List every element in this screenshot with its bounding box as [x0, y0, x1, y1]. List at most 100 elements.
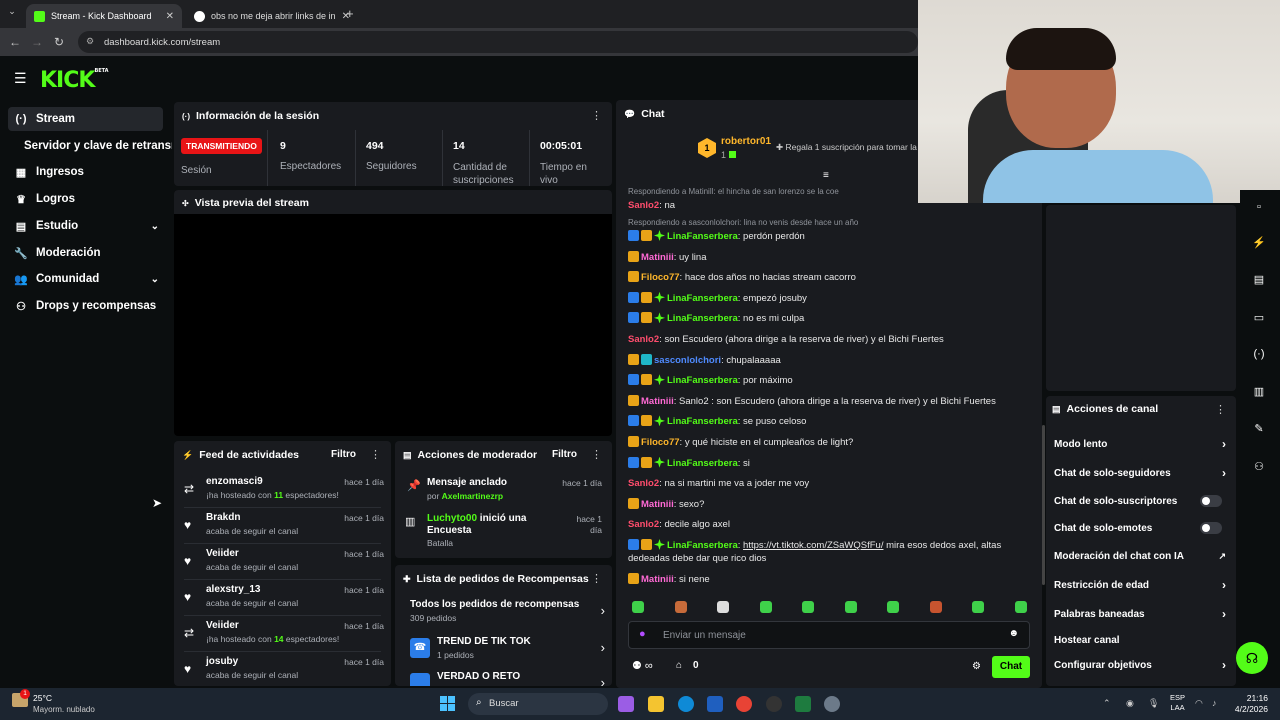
channel-action-row[interactable]: Hostear canal — [1054, 630, 1230, 650]
tab-obs-search[interactable]: obs no me deja abrir links de in ✕ — [186, 4, 358, 28]
chat-message[interactable]: Sanlo2: son Escudero (ahora dirige a la … — [628, 333, 1038, 346]
wifi-icon[interactable]: ◠ — [1195, 698, 1203, 709]
channel-action-row[interactable]: Palabras baneadas › — [1054, 604, 1230, 624]
channel-action-row[interactable]: Restricción de edad › — [1054, 575, 1230, 595]
chat-username[interactable]: Sanlo2 — [628, 200, 659, 211]
chat-input[interactable]: ● Enviar un mensaje ☻ — [628, 621, 1030, 649]
more-options-icon[interactable]: ⋮ — [591, 572, 602, 585]
emote-icon[interactable] — [1014, 601, 1027, 613]
chat-message[interactable]: Matiniii: Sanlo2 : son Escudero (ahora d… — [628, 394, 1038, 408]
volume-icon[interactable]: ♪ — [1212, 698, 1217, 708]
feed-item[interactable]: ♥ Veiider acaba de seguir el canal hace 1 d… — [184, 548, 384, 582]
chat-username[interactable]: LinaFanserbera — [667, 375, 738, 386]
chat-link[interactable]: https://vt.tiktok.com/ZSaWQSfFu/ — [743, 540, 883, 551]
new-tab-icon[interactable]: + — [346, 6, 354, 21]
emote-icon[interactable] — [674, 601, 687, 613]
chat-message[interactable]: Filoco77: y qué hiciste en el cumpleaños… — [628, 436, 1038, 449]
chat-message[interactable]: LinaFanserbera: si — [628, 456, 1038, 470]
more-options-icon[interactable]: ⋮ — [591, 448, 602, 461]
chat-username[interactable]: Sanlo2 — [628, 478, 659, 489]
chat-message[interactable]: Filoco77: hace dos años no hacias stream… — [628, 271, 1038, 284]
channel-action-row[interactable]: Chat de solo-suscriptores — [1054, 491, 1230, 511]
tab-search-icon[interactable]: ⌄ — [4, 6, 20, 22]
feed-item[interactable]: ⇄ Veiider ¡ha hosteado con 14 espectadores… — [184, 620, 384, 654]
tray-chevron-icon[interactable]: ⌃ — [1103, 698, 1111, 709]
chrome-icon[interactable] — [736, 696, 752, 712]
chat-message[interactable]: LinaFanserbera: por máximo — [628, 374, 1038, 387]
chat-username[interactable]: LinaFanserbera — [667, 458, 738, 469]
sidebar-item-comunidad[interactable]: 👥 Comunidad ⌄ — [8, 267, 163, 291]
emote-icon[interactable] — [887, 601, 899, 613]
chat-username[interactable]: Matiniii — [641, 499, 674, 510]
feed-filter-button[interactable]: Filtro — [331, 449, 356, 460]
chat-message[interactable]: Sanlo2: decile algo axel — [628, 518, 1038, 531]
forward-icon[interactable]: → — [26, 35, 48, 49]
points-icon[interactable]: ⚉ ∞ — [632, 659, 653, 672]
more-options-icon[interactable]: ⋮ — [591, 109, 602, 122]
chat-username[interactable]: sasconlolchori — [654, 355, 721, 366]
help-chat-icon[interactable]: ☊ — [1236, 642, 1268, 674]
chat-username[interactable]: Matiniii — [641, 574, 674, 585]
sidebar-item-stream[interactable]: (·) Stream — [8, 107, 163, 131]
sidebar-item-drops[interactable]: ⚇ Drops y recompensas — [8, 294, 163, 318]
tray-network-icon[interactable]: ◉ — [1126, 698, 1134, 709]
store-icon[interactable] — [707, 696, 723, 712]
chat-message[interactable]: Matiniii: sexo? — [628, 497, 1038, 511]
channel-action-row[interactable]: Moderación del chat con IA ↗ — [1054, 546, 1230, 566]
feed-item[interactable]: ♥ alexstry_13 acaba de seguir el canal hace… — [184, 584, 384, 618]
hamburger-menu-icon[interactable]: ☰ — [14, 70, 27, 87]
taskbar-search[interactable]: ⌕ Buscar — [468, 693, 608, 715]
chat-username[interactable]: Matiniii — [641, 252, 674, 263]
send-chat-button[interactable]: Chat — [992, 656, 1030, 678]
emote-icon[interactable] — [802, 601, 814, 613]
chat-username[interactable]: Filoco77 — [641, 437, 680, 448]
url-field[interactable]: ⚙ dashboard.kick.com/stream — [78, 31, 918, 53]
chat-message[interactable]: LinaFanserbera: empezó josuby — [628, 291, 1038, 305]
chat-bubble-icon[interactable]: ▭ — [1247, 305, 1271, 329]
microphone-icon[interactable]: 🎙 — [1148, 698, 1159, 709]
rail-icon-top[interactable]: ▫ — [1247, 195, 1271, 219]
emote-icon[interactable] — [632, 601, 644, 613]
tab-kick-dashboard[interactable]: Stream - Kick Dashboard ✕ — [26, 4, 182, 28]
chat-message[interactable]: Matiniii: uy lina — [628, 250, 1038, 264]
document-icon[interactable]: ▤ — [1247, 267, 1271, 291]
toggle-switch[interactable] — [1200, 495, 1222, 507]
channel-action-row[interactable]: Chat de solo-seguidores › — [1054, 463, 1230, 483]
chat-message[interactable]: LinaFanserbera: no es mi culpa — [628, 312, 1038, 325]
store-icon[interactable]: ⌂ — [676, 660, 682, 671]
mod-filter-button[interactable]: Filtro — [552, 449, 577, 460]
toggle-switch[interactable] — [1200, 522, 1222, 534]
chat-username[interactable]: Sanlo2 — [628, 519, 659, 530]
more-options-icon[interactable]: ⋮ — [1215, 403, 1226, 416]
copilot-icon[interactable] — [618, 696, 634, 712]
chat-message[interactable]: Sanlo2: na si martini me va a joder me v… — [628, 477, 1038, 490]
emoji-icon[interactable]: ☻ — [1008, 628, 1019, 639]
settings-gear-icon[interactable]: ⚙ — [972, 661, 981, 672]
reload-icon[interactable]: ↻ — [48, 35, 70, 49]
gift-sub-prompt[interactable]: ✚ Regala 1 suscripción para tomar la — [776, 142, 917, 153]
chat-message[interactable]: Matiniii: si nene — [628, 573, 1038, 586]
bolt-icon[interactable]: ⚡ — [1247, 230, 1271, 254]
channel-action-row[interactable]: Chat de solo-emotes — [1054, 518, 1230, 538]
chat-username[interactable]: LinaFanserbera — [667, 293, 738, 304]
chat-username[interactable]: Filoco77 — [641, 272, 680, 283]
mic-icon[interactable]: ● — [639, 628, 646, 640]
chat-message[interactable]: sasconlolchori: chupalaaaaa — [628, 353, 1038, 367]
chat-message[interactable]: LinaFanserbera: se puso celoso — [628, 415, 1038, 428]
edge-icon[interactable] — [678, 696, 694, 712]
feed-item[interactable]: ⇄ enzomasci9 ¡ha hosteado con 11 espectado… — [184, 476, 384, 510]
chat-message[interactable]: LinaFanserbera: perdón perdón — [628, 230, 1038, 243]
sidebar-item-ingresos[interactable]: ▦ Ingresos — [8, 160, 163, 184]
chat-message[interactable]: LinaFanserbera: https://vt.tiktok.com/ZS… — [628, 539, 1038, 565]
broadcast-icon[interactable]: (·) — [1247, 342, 1271, 366]
chat-username[interactable]: LinaFanserbera — [667, 313, 738, 324]
emote-icon[interactable] — [929, 601, 942, 613]
sidebar-item-estudio[interactable]: ▤ Estudio ⌄ — [8, 214, 163, 238]
sidebar-item-logros[interactable]: ♛ Logros — [8, 187, 163, 211]
chat-username[interactable]: LinaFanserbera — [667, 540, 738, 551]
feed-item[interactable]: ♥ josuby acaba de seguir el canal hace 1 dí… — [184, 656, 384, 690]
excel-icon[interactable] — [795, 696, 811, 712]
windows-start-icon[interactable] — [440, 696, 456, 712]
channel-action-row[interactable]: Modo lento › — [1054, 434, 1230, 454]
close-tab-icon[interactable]: ✕ — [166, 11, 174, 22]
